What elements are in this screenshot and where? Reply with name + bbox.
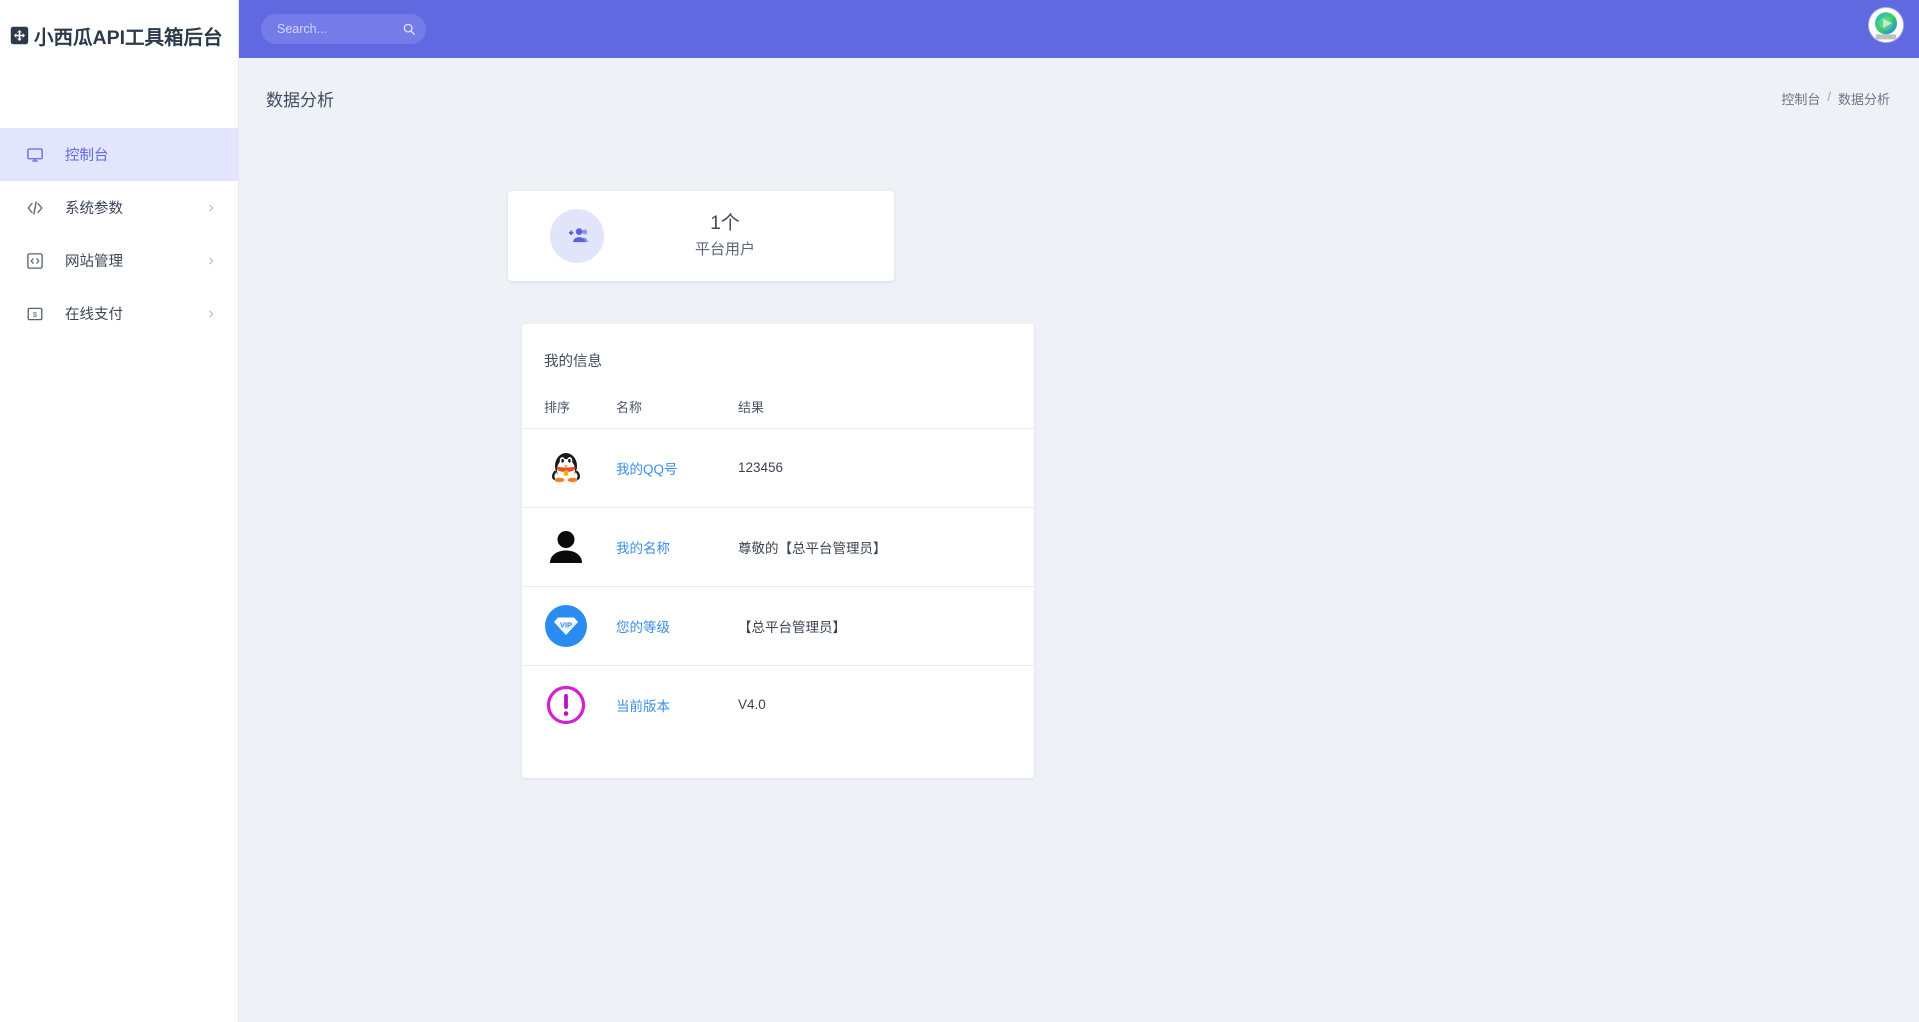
row-name-cell: 您的等级 — [616, 586, 738, 666]
expand-square-icon — [10, 26, 29, 45]
sidebar-item-label: 系统参数 — [65, 201, 123, 217]
stat-texts: 1个 平台用户 — [604, 210, 894, 263]
page-content: 数据分析 控制台 / 数据分析 1个 平台用户 我的信息 排序 名称 结果 我的… — [239, 58, 1919, 1022]
breadcrumb-current: 数据分析 — [1837, 91, 1890, 107]
page-title: 数据分析 — [266, 90, 334, 110]
row-result-cell: 123456 — [738, 428, 1034, 508]
row-icon-cell — [522, 507, 616, 587]
row-name-link[interactable]: 我的名称 — [616, 541, 670, 556]
stat-label: 平台用户 — [694, 241, 755, 259]
row-name-cell: 当前版本 — [616, 666, 738, 745]
search-icon[interactable] — [402, 22, 416, 36]
code-brackets-icon — [26, 199, 44, 217]
qq-penguin-icon — [544, 446, 588, 490]
svg-text:VIP: VIP — [560, 621, 572, 630]
column-header-name: 名称 — [616, 397, 738, 429]
sidebar-item-label: 在线支付 — [65, 307, 123, 323]
sidebar-item-site-management[interactable]: 网站管理 — [0, 234, 238, 287]
table-body: 我的QQ号 123456 我的名称 尊敬的【总平台管理员】 VIP 您的等级 【… — [522, 428, 1034, 745]
search-input[interactable] — [277, 22, 402, 36]
chevron-right-icon — [206, 307, 216, 321]
row-name-cell: 我的名称 — [616, 507, 738, 587]
row-icon-cell — [522, 666, 616, 745]
avatar[interactable] — [1869, 8, 1903, 42]
table-header-row: 排序 名称 结果 — [522, 397, 1034, 429]
breadcrumb-root[interactable]: 控制台 — [1781, 89, 1820, 108]
chevron-right-icon — [206, 201, 216, 215]
row-result-cell: 尊敬的【总平台管理员】 — [738, 507, 1034, 587]
row-name-link[interactable]: 当前版本 — [616, 699, 670, 714]
sidebar-item-console[interactable]: 控制台 — [0, 128, 238, 181]
code-box-icon — [26, 252, 44, 270]
row-icon-cell — [522, 428, 616, 508]
sidebar-item-label: 网站管理 — [65, 254, 123, 270]
info-card: 我的信息 排序 名称 结果 我的QQ号 123456 我的名称 尊敬的【总平台管… — [522, 324, 1034, 778]
row-result-value: 【总平台管理员】 — [738, 619, 846, 635]
row-result-value: 123456 — [738, 460, 784, 475]
stat-card-platform-users[interactable]: 1个 平台用户 — [508, 191, 894, 281]
row-name-cell: 我的QQ号 — [616, 428, 738, 508]
main-area: 数据分析 控制台 / 数据分析 — [239, 0, 1919, 1022]
info-card-title: 我的信息 — [544, 354, 602, 370]
page-header: 数据分析 控制台 / 数据分析 — [239, 74, 1919, 122]
column-header-sort: 排序 — [522, 397, 616, 429]
search-box[interactable] — [261, 14, 426, 44]
sidebar-item-online-payment[interactable]: $ 在线支付 — [0, 287, 238, 340]
vip-diamond-icon: VIP — [544, 604, 588, 648]
breadcrumb: 控制台 / 数据分析 — [1781, 89, 1890, 108]
app-root: 小西瓜API工具箱后台 控制台 系统参数 网站管理 $ 在线支付 Search.… — [0, 0, 1919, 1022]
row-result-cell: V4.0 — [738, 666, 1034, 745]
row-icon-cell: VIP — [522, 586, 616, 666]
info-table: 排序 名称 结果 我的QQ号 123456 我的名称 尊敬的【总平台管理员】 V… — [522, 397, 1034, 745]
chevron-right-icon — [206, 254, 216, 268]
row-name-link[interactable]: 您的等级 — [616, 620, 670, 635]
sidebar-nav: 控制台 系统参数 网站管理 $ 在线支付 — [0, 128, 238, 340]
topbar — [239, 0, 1919, 58]
exclamation-circle-icon — [544, 683, 588, 727]
column-header-result: 结果 — [738, 397, 1034, 429]
table-row: 我的名称 尊敬的【总平台管理员】 — [522, 507, 1034, 587]
user-silhouette-icon — [544, 525, 588, 569]
row-result-cell: 【总平台管理员】 — [738, 586, 1034, 666]
row-result-value: V4.0 — [738, 697, 766, 713]
table-row: VIP 您的等级 【总平台管理员】 — [522, 586, 1034, 666]
svg-text:$: $ — [33, 310, 38, 319]
table-row: 我的QQ号 123456 — [522, 428, 1034, 508]
breadcrumb-separator: / — [1827, 88, 1831, 104]
sidebar-item-label: 控制台 — [65, 148, 109, 164]
sidebar: 小西瓜API工具箱后台 控制台 系统参数 网站管理 $ 在线支付 — [0, 0, 239, 1022]
row-name-link[interactable]: 我的QQ号 — [616, 462, 678, 477]
sidebar-item-system-params[interactable]: 系统参数 — [0, 181, 238, 234]
brand-title: 小西瓜API工具箱后台 — [34, 26, 223, 49]
brand-logo[interactable]: 小西瓜API工具箱后台 — [0, 0, 238, 70]
person-add-icon — [550, 209, 604, 263]
table-head: 排序 名称 结果 — [522, 397, 1034, 429]
table-row: 当前版本 V4.0 — [522, 666, 1034, 745]
money-icon: $ — [26, 305, 44, 323]
row-result-value: 尊敬的【总平台管理员】 — [738, 540, 887, 556]
monitor-icon — [26, 146, 44, 164]
stat-value: 1个 — [710, 212, 740, 234]
